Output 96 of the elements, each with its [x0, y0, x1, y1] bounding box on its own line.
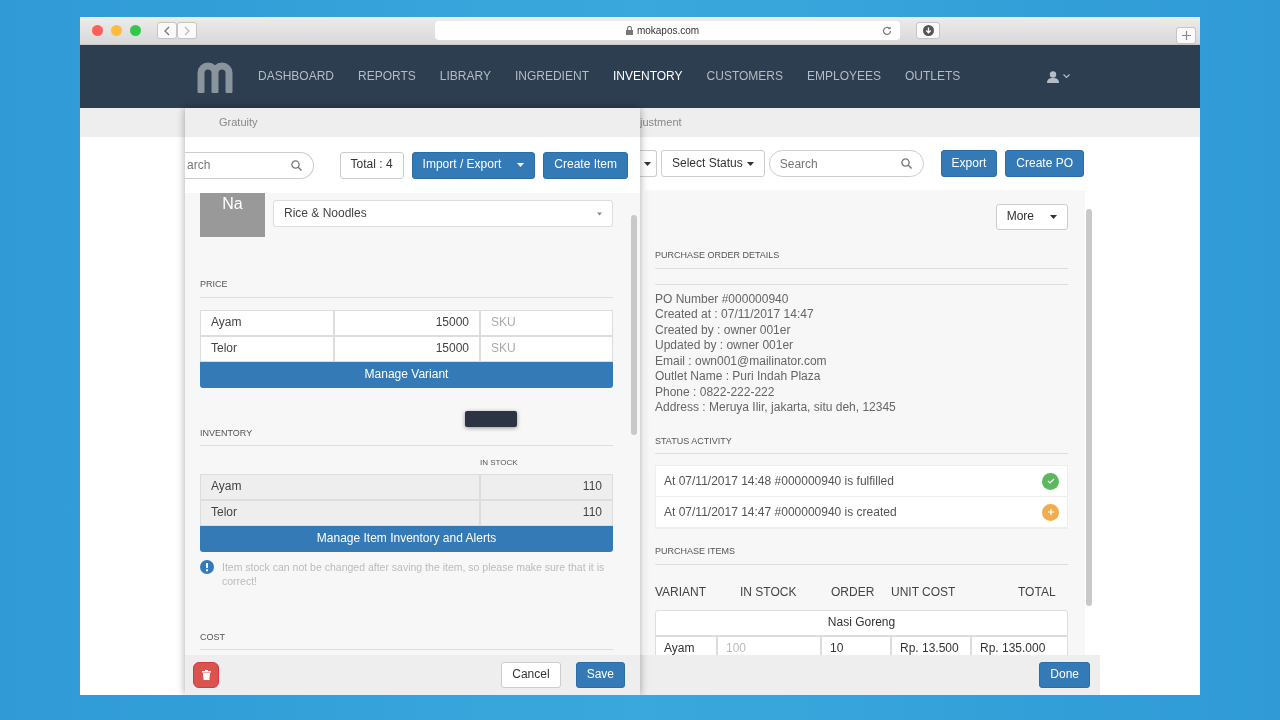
nav-link[interactable]: OUTLETS [905, 68, 961, 85]
table-cell: Ayam [200, 473, 480, 500]
table-cell: Ayam [200, 309, 334, 336]
import-export-button[interactable]: Import / Export [411, 151, 536, 179]
address-bar[interactable]: mokapos.com [435, 21, 900, 40]
new-tab-button[interactable] [1176, 27, 1196, 44]
search-icon [900, 158, 912, 169]
cancel-button[interactable]: Cancel [501, 662, 561, 688]
more-button[interactable]: More [995, 204, 1068, 230]
table-cell: Telor [200, 499, 480, 526]
status-dropdown[interactable]: Select Status [661, 150, 765, 177]
nav-link[interactable]: INGREDIENT [514, 68, 589, 85]
price-field[interactable]: 15000 [334, 309, 480, 336]
detail-line: Email : own001@mailinator.com [655, 353, 828, 370]
section-heading: PRICE [200, 279, 613, 298]
nav-link[interactable]: EMPLOYEES [807, 68, 882, 85]
column-header: VARIANT [655, 585, 708, 601]
detail-line: Updated by : owner 001er [655, 338, 795, 354]
activity-text: At 07/11/2017 14:48 #000000940 is fulfilled [664, 473, 894, 490]
plus-icon [1046, 508, 1055, 517]
detail-line: Address : Meruya Ilir, jakarta, situ deh, 12345 [655, 400, 897, 416]
plus-icon [1181, 31, 1191, 40]
section-heading: COST [200, 631, 613, 651]
table-cell: Rp. 13.500 [891, 635, 971, 655]
column-header: IN STOCK [480, 458, 518, 469]
manage-variant-button[interactable]: Manage Variant [200, 361, 613, 388]
table-cell: Rp. 135.000 [971, 635, 1068, 655]
info-icon [200, 559, 214, 574]
group-row: Nasi Goreng [655, 609, 1068, 636]
reload-icon[interactable] [882, 25, 892, 36]
back-icon [164, 25, 170, 36]
tooltip [465, 411, 517, 427]
table-cell: Telor [200, 335, 334, 362]
section-heading: PURCHASE ITEMS [655, 546, 1068, 566]
nav-link[interactable]: LIBRARY [439, 68, 491, 85]
detail-line: Phone : 0822-222-222 [655, 384, 776, 401]
create-button[interactable]: Create PO [1005, 150, 1084, 177]
detail-line: Outlet Name : Puri Indah Plaza [655, 369, 822, 385]
done-button[interactable]: Done [1039, 662, 1090, 688]
download-icon [922, 25, 934, 36]
category-dropdown[interactable]: Rice & Noodles [273, 200, 613, 227]
user-icon [1047, 70, 1059, 83]
scrollbar[interactable] [1086, 209, 1092, 606]
table-cell: 110 [480, 499, 613, 526]
section-heading: STATUS ACTIVITY [655, 435, 1068, 455]
tab-label[interactable]: Gratuity [219, 115, 258, 130]
order-field[interactable]: 10 [821, 635, 891, 655]
window-control[interactable] [130, 25, 141, 36]
section-heading: INVENTORY [200, 427, 613, 447]
total-count: Total : 4 [339, 151, 404, 179]
trash-icon [201, 670, 211, 680]
user-menu[interactable] [1047, 70, 1070, 83]
url-text: mokapos.com [636, 24, 700, 37]
column-header: IN STOCK [739, 585, 798, 601]
activity-text: At 07/11/2017 14:47 #000000940 is created [664, 504, 897, 521]
caret-icon [517, 163, 525, 167]
search-field[interactable]: Search [768, 150, 924, 177]
export-button[interactable]: Export [940, 150, 998, 177]
delete-button[interactable] [193, 662, 219, 688]
detail-line: PO Number #000000940 [655, 291, 790, 308]
forward-button[interactable] [177, 22, 197, 39]
logo [196, 60, 236, 93]
search-field[interactable]: arch [185, 151, 314, 179]
lock-icon [625, 26, 633, 35]
search-icon [291, 159, 302, 171]
dropdown-button[interactable] [640, 150, 657, 177]
caret-icon [597, 211, 602, 216]
manage-inventory-button[interactable]: Manage Item Inventory and Alerts [200, 525, 613, 552]
detail-line: Created at : 07/11/2017 14:47 [655, 307, 815, 323]
check-icon [1046, 477, 1055, 486]
nav-link[interactable]: INVENTORY [612, 68, 683, 85]
forward-icon [184, 25, 190, 36]
scrollbar[interactable] [631, 215, 637, 435]
window-control[interactable] [92, 25, 103, 36]
download-button[interactable] [916, 22, 940, 39]
tab-label[interactable]: justment [640, 115, 682, 130]
chevron-icon [1063, 74, 1070, 79]
create-button[interactable]: Create Item [543, 151, 628, 179]
nav-link[interactable]: CUSTOMERS [706, 68, 783, 85]
back-button[interactable] [157, 22, 177, 39]
table-cell: Ayam [655, 635, 717, 655]
caret-icon [644, 161, 651, 166]
save-button[interactable]: Save [575, 662, 625, 688]
caret-icon [1050, 215, 1057, 219]
price-field[interactable]: 15000 [334, 335, 480, 362]
caret-icon [746, 161, 754, 166]
table-cell: 110 [480, 473, 613, 500]
table-cell: 100 [717, 635, 821, 655]
column-header: TOTAL [1017, 585, 1057, 601]
detail-line: Created by : owner 001er [655, 322, 792, 339]
section-heading: PURCHASE ORDER DETAILS [655, 250, 1068, 269]
nav-link[interactable]: DASHBOARD [258, 68, 334, 85]
column-header: UNIT COST [891, 585, 957, 601]
nav-link[interactable]: REPORTS [358, 68, 416, 85]
column-header: ORDER [830, 585, 876, 601]
avatar: Na [200, 193, 265, 237]
